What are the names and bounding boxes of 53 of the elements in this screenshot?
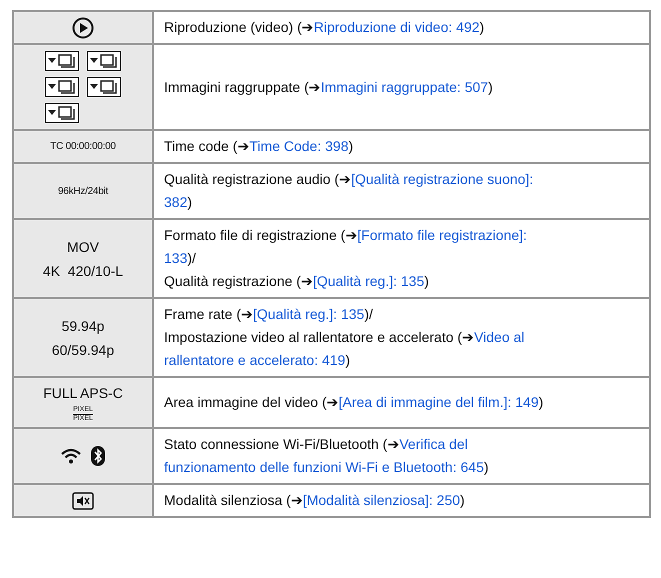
icon-label: 4K 420/10-L xyxy=(42,262,124,280)
description-text: ) xyxy=(424,273,429,289)
page-link[interactable]: [Qualità reg.]: 135 xyxy=(253,306,364,322)
icon-label: 96kHz/24bit xyxy=(58,184,108,198)
description-text: ) xyxy=(460,492,465,508)
description-text: Formato file di registrazione (➔ xyxy=(164,227,358,243)
group-icon xyxy=(45,51,79,71)
description-text: Stato connessione Wi-Fi/Bluetooth (➔ xyxy=(164,436,400,452)
description-text: Modalità silenziosa (➔ xyxy=(164,492,303,508)
description-text: Area immagine del video (➔ xyxy=(164,394,339,410)
group-icon xyxy=(45,103,79,123)
icon-label: MOV xyxy=(67,238,99,256)
icon-label: TC 00:00:00:00 xyxy=(50,140,116,154)
page-link[interactable]: [Formato file registrazione]: xyxy=(357,227,527,243)
page-link[interactable]: [Qualità registrazione suono]: xyxy=(351,171,534,187)
page-link[interactable]: Time Code: 398 xyxy=(249,138,348,154)
icon-label: FULL APS-C xyxy=(43,384,123,403)
wifi-icon xyxy=(61,448,81,464)
description-text: ) xyxy=(345,352,350,368)
description-text: ) xyxy=(538,394,544,410)
description-text: ) xyxy=(484,459,489,475)
description-text: )/ xyxy=(187,250,196,266)
description-text: )/ xyxy=(364,306,373,322)
icon-label: 60/59.94p xyxy=(52,340,114,360)
page-link[interactable]: 382 xyxy=(164,194,188,210)
page-link[interactable]: [Modalità silenziosa]: 250 xyxy=(302,492,460,508)
description-text: Time code (➔ xyxy=(164,138,250,154)
page-link[interactable]: [Area di immagine del film.]: 149 xyxy=(338,394,539,410)
description-text: Frame rate (➔ xyxy=(164,306,254,322)
description-text: ) xyxy=(348,138,354,154)
description-text: Qualità registrazione (➔ xyxy=(164,273,313,289)
silent-mode-icon xyxy=(72,492,94,510)
play-icon xyxy=(72,16,94,38)
group-icon xyxy=(87,77,121,97)
page-link[interactable]: rallentatore e accelerato: 419 xyxy=(164,352,346,368)
description-text: Riproduzione (video) (➔ xyxy=(164,19,314,35)
icon-label: 59.94p xyxy=(62,316,104,336)
description-text: Impostazione video al rallentatore e accelerato (➔ xyxy=(164,329,474,345)
bluetooth-icon xyxy=(91,446,105,466)
page-link[interactable]: [Qualità reg.]: 135 xyxy=(312,273,424,289)
description-text: Immagini raggruppate (➔ xyxy=(164,78,321,94)
page-link[interactable]: 133 xyxy=(164,250,188,266)
description-text: Qualità registrazione audio (➔ xyxy=(164,171,352,187)
group-icon xyxy=(45,77,79,97)
description-text: ) xyxy=(488,78,493,94)
page-link[interactable]: Riproduzione di video: 492 xyxy=(314,19,480,35)
page-link[interactable]: Verifica del xyxy=(399,436,468,452)
page-link[interactable]: Video al xyxy=(474,329,524,345)
page-link[interactable]: funzionamento delle funzioni Wi-Fi e Bluetooth: 645 xyxy=(164,459,484,475)
group-icon xyxy=(87,51,121,71)
page-link[interactable]: Immagini raggruppate: 507 xyxy=(320,78,488,94)
description-text: ) xyxy=(480,19,484,35)
description-text: ) xyxy=(187,194,192,210)
